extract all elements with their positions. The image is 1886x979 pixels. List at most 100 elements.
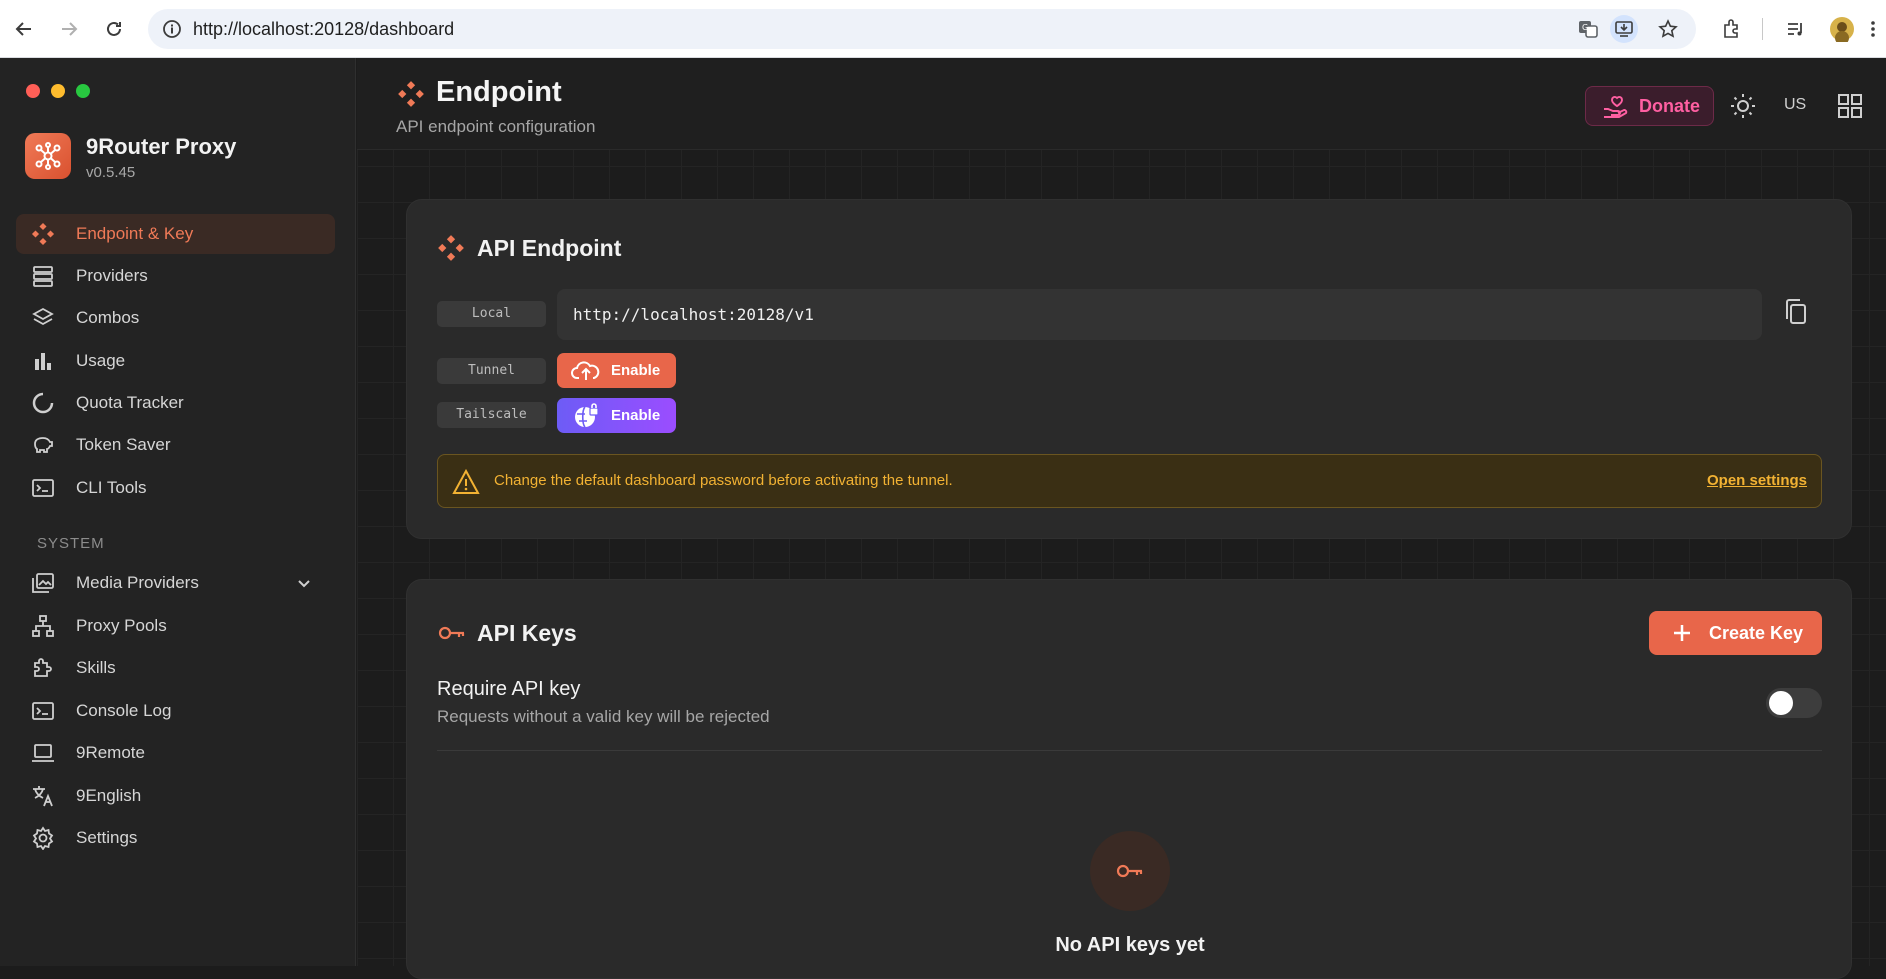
require-api-key-subtitle: Requests without a valid key will be rej… <box>437 707 770 726</box>
translate-page-icon[interactable]: G <box>1574 15 1602 43</box>
theme-toggle-button[interactable] <box>1729 92 1757 120</box>
bar-chart-icon <box>35 353 51 370</box>
profile-avatar[interactable] <box>1828 15 1856 43</box>
forward-arrow-icon <box>62 22 78 36</box>
sidebar-item-console-log[interactable]: Console Log <box>16 691 335 731</box>
url-text: http://localhost:20128/dashboard <box>193 19 455 39</box>
gear-icon <box>32 826 54 850</box>
page-subtitle: API endpoint configuration <box>396 117 596 136</box>
grid-icon <box>1838 94 1862 118</box>
tunnel-tag: Tunnel <box>437 358 546 384</box>
sidebar-item-usage[interactable]: Usage <box>16 341 335 381</box>
local-url-text: http://localhost:20128/v1 <box>573 305 814 324</box>
sidebar-item-providers[interactable]: Providers <box>16 256 335 296</box>
sidebar-item-cli-tools[interactable]: CLI Tools <box>16 468 335 508</box>
extensions-icon[interactable] <box>1718 15 1746 43</box>
chevron-down-icon[interactable] <box>296 575 312 591</box>
sidebar-item-token-saver[interactable]: Token Saver <box>16 425 335 465</box>
endpoint-icon <box>438 235 464 261</box>
sidebar-item-label: Settings <box>76 828 138 847</box>
tunnel-warning-banner: Change the default dashboard password be… <box>437 454 1822 508</box>
window-close-button[interactable] <box>26 84 40 98</box>
laptop-icon <box>32 744 54 762</box>
api-endpoint-title: API Endpoint <box>477 235 622 261</box>
tailscale-enable-label: Enable <box>611 407 661 424</box>
create-key-button[interactable]: Create Key <box>1649 611 1822 655</box>
site-info-icon <box>163 20 181 38</box>
apps-grid-button[interactable] <box>1837 93 1863 119</box>
sidebar-item-quota-tracker[interactable]: Quota Tracker <box>16 383 335 423</box>
warning-message: Change the default dashboard password be… <box>494 472 953 489</box>
sidebar-item-proxy-pools[interactable]: Proxy Pools <box>16 606 335 646</box>
brand-logo <box>25 133 71 179</box>
network-icon <box>32 615 54 637</box>
page-title: Endpoint <box>436 76 562 108</box>
donate-label: Donate <box>1639 96 1701 116</box>
forward-button[interactable] <box>55 15 83 43</box>
sidebar-item-label: Token Saver <box>76 435 171 454</box>
sidebar-item-9english[interactable]: 9English <box>16 776 335 816</box>
sidebar-item-label: Media Providers <box>76 573 199 592</box>
back-button[interactable] <box>10 15 38 43</box>
system-section-label: SYSTEM <box>37 535 105 552</box>
bookmark-star-icon[interactable] <box>1654 15 1682 43</box>
sidebar-item-media-providers[interactable]: Media Providers <box>16 563 335 603</box>
donate-button[interactable]: Donate <box>1585 86 1714 126</box>
server-icon <box>33 266 53 287</box>
browser-menu-icon[interactable] <box>1866 15 1880 43</box>
globe-lock-icon <box>575 403 599 428</box>
media-icon <box>32 573 54 593</box>
sidebar-item-label: Providers <box>76 266 148 285</box>
tunnel-enable-button[interactable]: Enable <box>557 353 676 388</box>
api-keys-card <box>406 579 1852 979</box>
piggy-bank-icon <box>34 437 53 453</box>
endpoint-icon <box>31 222 55 246</box>
sidebar-item-label: Quota Tracker <box>76 393 184 412</box>
sidebar-item-settings[interactable]: Settings <box>16 818 335 858</box>
sidebar-item-label: Combos <box>76 308 140 327</box>
local-url-field[interactable]: http://localhost:20128/v1 <box>557 289 1762 340</box>
media-control-icon[interactable] <box>1782 15 1810 43</box>
sidebar-item-skills[interactable]: Skills <box>16 648 335 688</box>
reload-button[interactable] <box>100 15 128 43</box>
sidebar-item-9remote[interactable]: 9Remote <box>16 733 335 773</box>
sun-icon <box>1731 94 1755 118</box>
key-icon <box>1116 864 1143 878</box>
puzzle-icon <box>34 658 52 677</box>
terminal-icon <box>32 479 54 497</box>
endpoint-icon <box>398 81 424 107</box>
locale-selector[interactable]: US <box>1784 96 1806 114</box>
require-api-key-toggle[interactable] <box>1766 688 1822 718</box>
network-hub-icon <box>35 142 61 170</box>
sidebar-item-label: CLI Tools <box>76 478 147 497</box>
heart-hand-icon <box>1604 96 1628 118</box>
empty-state-title: No API keys yet <box>1055 934 1205 956</box>
sidebar-item-endpoint-key[interactable]: Endpoint & Key <box>16 214 335 254</box>
require-api-key-title: Require API key <box>437 678 581 700</box>
plus-icon <box>1674 625 1690 641</box>
tailscale-enable-button[interactable]: Enable <box>557 398 676 433</box>
sidebar-item-combos[interactable]: Combos <box>16 298 335 338</box>
install-app-icon[interactable] <box>1610 15 1638 43</box>
svg-text:G: G <box>1582 23 1588 32</box>
cloud-upload-icon <box>571 361 600 380</box>
brand-name: 9Router Proxy <box>86 134 237 159</box>
local-tag: Local <box>437 301 546 327</box>
sidebar-item-label: Skills <box>76 658 116 677</box>
address-bar[interactable]: http://localhost:20128/dashboard G <box>148 9 1696 49</box>
window-maximize-button[interactable] <box>76 84 90 98</box>
toggle-knob <box>1769 691 1793 715</box>
window-minimize-button[interactable] <box>51 84 65 98</box>
key-icon <box>438 626 465 640</box>
empty-state-icon-circle <box>1090 831 1170 911</box>
sidebar-item-label: Endpoint & Key <box>76 224 194 243</box>
browser-toolbar: http://localhost:20128/dashboard G <box>0 0 1886 58</box>
create-key-label: Create Key <box>1709 623 1804 643</box>
copy-url-button[interactable] <box>1782 297 1810 327</box>
tailscale-tag: Tailscale <box>437 402 546 428</box>
sidebar-item-label: 9English <box>76 786 142 805</box>
sidebar-item-label: 9Remote <box>76 743 145 762</box>
sidebar-item-label: Usage <box>76 351 126 370</box>
open-settings-link[interactable]: Open settings <box>1707 455 1807 507</box>
back-arrow-icon <box>15 22 31 36</box>
